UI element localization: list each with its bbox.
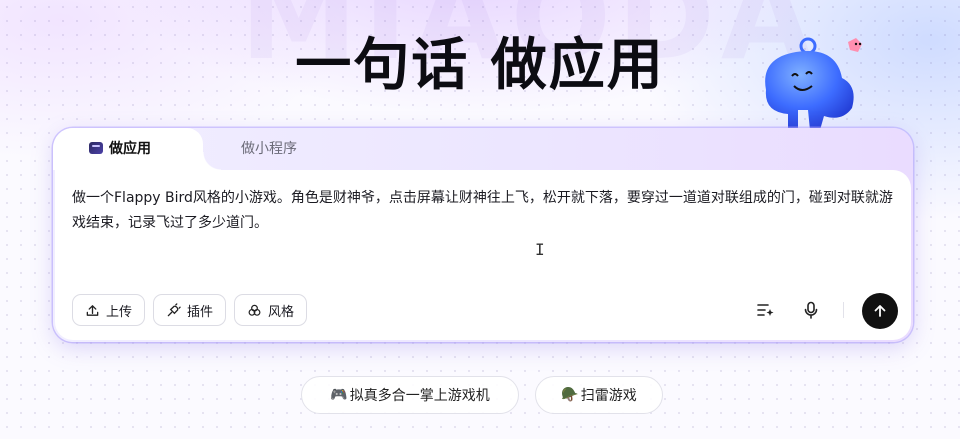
prompt-textarea[interactable]: 做一个Flappy Bird风格的小游戏。角色是财神爷，点击屏幕让财神往上飞，松…	[72, 186, 894, 236]
suggestion-chip-handheld-console[interactable]: 🎮 拟真多合一掌上游戏机	[301, 376, 519, 414]
prompt-enhance-button[interactable]	[751, 296, 779, 324]
prompt-panel: 做一个Flappy Bird风格的小游戏。角色是财神爷，点击屏幕让财神往上飞，松…	[55, 170, 911, 340]
suggestion-label: 拟真多合一掌上游戏机	[349, 388, 490, 404]
list-sparkle-icon	[757, 304, 774, 316]
send-button[interactable]	[862, 293, 898, 329]
tab-label: 做小程序	[241, 141, 297, 157]
style-icon	[248, 304, 261, 316]
voice-input-button[interactable]	[797, 296, 825, 324]
suggestion-chip-minesweeper[interactable]: 🪖 扫雷游戏	[535, 376, 663, 414]
plugin-button[interactable]: 插件	[153, 294, 227, 326]
game-controller-icon: 🎮	[330, 387, 348, 403]
style-button[interactable]: 风格	[234, 294, 308, 326]
helmet-icon: 🪖	[561, 387, 579, 403]
microphone-icon	[804, 301, 818, 319]
prompt-card: 做应用 做小程序 做一个Flappy Bird风格的小游戏。角色是财神爷，点击屏…	[53, 128, 913, 342]
app-window-icon	[89, 142, 103, 154]
plugin-icon	[167, 302, 181, 316]
upload-icon	[86, 304, 99, 316]
tab-label: 做应用	[109, 141, 151, 157]
text-cursor-icon: I	[535, 240, 545, 259]
suggestion-label: 扫雷游戏	[580, 388, 637, 404]
toolbar-divider	[843, 302, 844, 318]
upload-button[interactable]: 上传	[72, 294, 146, 326]
arrow-up-icon	[874, 305, 886, 317]
upload-label: 上传	[106, 304, 133, 320]
plugin-label: 插件	[187, 304, 214, 320]
mascot-illustration	[765, 37, 862, 130]
style-label: 风格	[268, 304, 295, 320]
tab-make-app[interactable]: 做应用	[89, 138, 151, 158]
tab-make-miniprogram[interactable]: 做小程序	[241, 138, 297, 158]
